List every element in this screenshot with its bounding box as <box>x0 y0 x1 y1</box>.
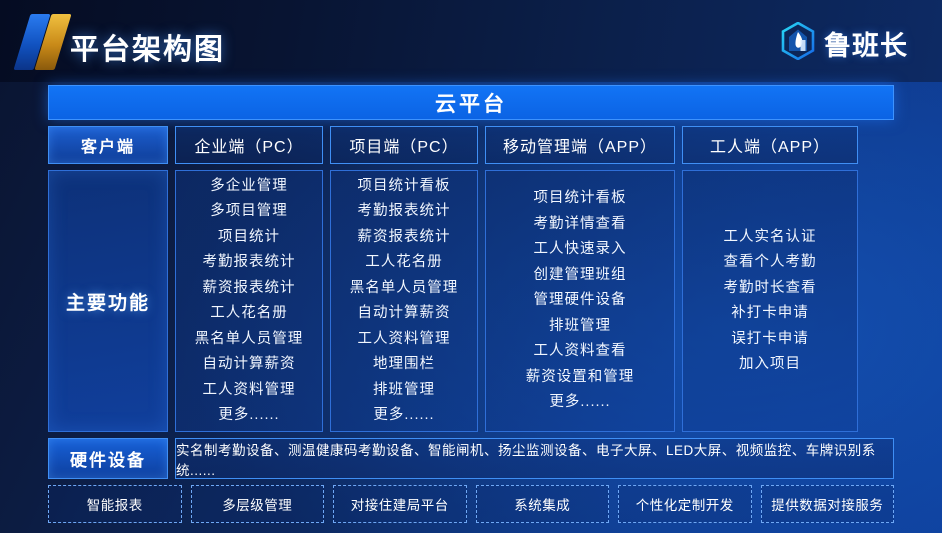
function-item: 补打卡申请 <box>731 305 809 321</box>
function-item: 更多...... <box>373 407 435 423</box>
chip-system-integration[interactable]: 系统集成 <box>475 485 609 523</box>
function-item: 地理围栏 <box>373 356 435 372</box>
tab-project-pc-label: 项目端（PC） <box>349 139 459 156</box>
functions-column-enterprise-pc: 多企业管理多项目管理项目统计考勤报表统计 薪资报表统计 工人花名册黑名单人员管理 自动… <box>175 170 323 432</box>
function-item: 自动计算薪资 <box>202 356 296 372</box>
tab-mobile-admin-app[interactable]: 移动管理端（APP） <box>485 126 675 164</box>
tab-mobile-admin-app-label: 移动管理端（APP） <box>502 139 658 156</box>
function-item: 排班管理 <box>549 317 611 334</box>
function-item: 薪资报表统计 <box>357 228 451 245</box>
function-item: 工人资料管理 <box>202 381 296 398</box>
function-item: 加入项目 <box>739 356 801 372</box>
cloud-platform-label: 云平台 <box>435 92 507 116</box>
client-tabs-row: 客户端 企业端（PC） 项目端（PC） 移动管理端（APP） 工人端（APP） <box>48 126 894 164</box>
hardware-devices-row: 硬件设备 实名制考勤设备、测温健康码考勤设备、智能闸机、扬尘监测设备、电子大屏、… <box>48 438 894 479</box>
function-item: 创建管理班组 <box>533 266 627 283</box>
function-item: 查看个人考勤 <box>723 254 817 270</box>
page-title: 平台架构图 <box>70 34 226 66</box>
chip-data-integration-service[interactable]: 提供数据对接服务 <box>760 485 894 523</box>
chip-multilevel-management[interactable]: 多层级管理 <box>190 485 324 523</box>
function-item: 管理硬件设备 <box>533 292 627 309</box>
function-item: 工人花名册 <box>365 254 443 270</box>
page-header: 平台架构图 鲁班长 <box>0 0 942 82</box>
function-item: 薪资设置和管理 <box>525 368 635 385</box>
function-item: 多项目管理 <box>210 203 288 219</box>
function-item: 误打卡申请 <box>731 330 809 347</box>
function-item: 工人快速录入 <box>533 241 627 258</box>
brand-name: 鲁班长 <box>824 31 908 61</box>
hexagon-building-logo-icon <box>780 21 816 65</box>
function-item: 考勤报表统计 <box>202 254 296 270</box>
function-item: 工人花名册 <box>210 305 288 321</box>
function-item: 工人资料管理 <box>357 330 451 347</box>
tab-client[interactable]: 客户端 <box>48 126 168 164</box>
functions-column-mobile-admin-app: 项目统计看板 考勤详情查看 工人快速录入 创建管理班组 管理硬件设备 排班管理工人资料查看… <box>485 170 675 432</box>
function-item: 项目统计 <box>218 228 280 245</box>
chip-smart-report[interactable]: 智能报表 <box>48 485 182 523</box>
function-item: 更多...... <box>549 394 611 411</box>
function-item: 黑名单人员管理 <box>349 279 459 296</box>
function-item: 工人实名认证 <box>723 228 817 245</box>
tab-project-pc[interactable]: 项目端（PC） <box>330 126 478 164</box>
main-functions-label: 主要功能 <box>65 292 150 314</box>
tab-enterprise-pc-label: 企业端（PC） <box>194 139 304 156</box>
function-item: 工人资料查看 <box>533 343 627 360</box>
function-item: 更多...... <box>218 407 280 423</box>
function-item: 考勤报表统计 <box>357 203 451 219</box>
cloud-platform-bar: 云平台 <box>48 85 894 120</box>
function-item: 考勤时长查看 <box>723 279 817 296</box>
tab-enterprise-pc[interactable]: 企业端（PC） <box>175 126 323 164</box>
brand-logo: 鲁班长 <box>780 21 908 65</box>
functions-column-worker-app: 工人实名认证 查看个人考勤 考勤时长查看 补打卡申请误打卡申请加入项目 <box>682 170 858 432</box>
function-item: 自动计算薪资 <box>357 305 451 321</box>
functions-column-project-pc: 项目统计看板 考勤报表统计 薪资报表统计 工人花名册黑名单人员管理 自动计算薪资 工人资料… <box>330 170 478 432</box>
hardware-devices-list: 实名制考勤设备、测温健康码考勤设备、智能闸机、扬尘监测设备、电子大屏、LED大屏… <box>175 438 894 479</box>
function-item: 项目统计看板 <box>533 190 627 207</box>
tab-worker-app[interactable]: 工人端（APP） <box>682 126 858 164</box>
function-item: 黑名单人员管理 <box>194 330 304 347</box>
hardware-devices-label: 硬件设备 <box>48 438 168 479</box>
function-item: 项目统计看板 <box>357 177 451 194</box>
tab-worker-app-label: 工人端（APP） <box>709 139 831 156</box>
function-item: 薪资报表统计 <box>202 279 296 296</box>
service-chips-row: 智能报表 多层级管理 对接住建局平台 系统集成 个性化定制开发 提供数据对接服务 <box>48 485 894 523</box>
function-item: 排班管理 <box>373 381 435 398</box>
chip-custom-development[interactable]: 个性化定制开发 <box>618 485 752 523</box>
tab-client-label: 客户端 <box>80 139 135 156</box>
main-functions-row: 主要功能 多企业管理 多项目管理 项目统计 考勤报表统计 薪资报表统计 工人花名册 黑名单人… <box>48 170 894 432</box>
function-item: 多企业管理 <box>210 177 288 194</box>
chip-housing-bureau-integration[interactable]: 对接住建局平台 <box>333 485 467 523</box>
function-item: 考勤详情查看 <box>533 215 627 232</box>
main-functions-label-cell: 主要功能 <box>48 170 168 432</box>
